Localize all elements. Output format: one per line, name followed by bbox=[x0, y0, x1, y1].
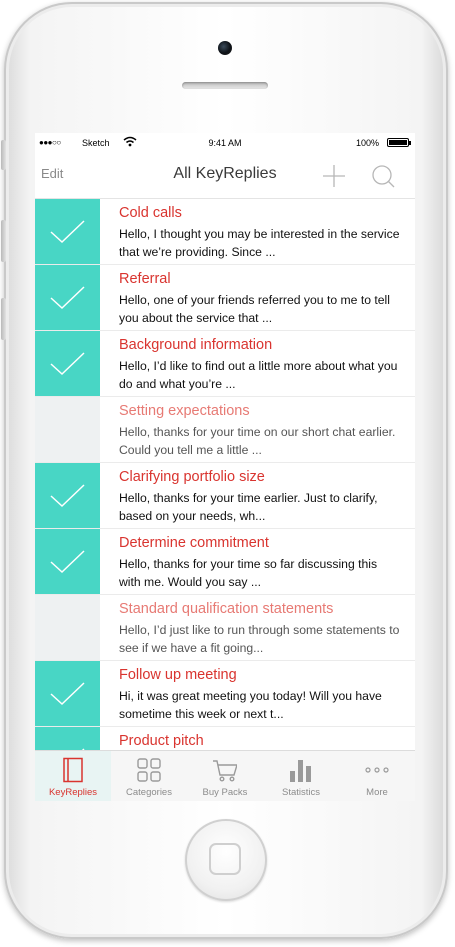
tab-bar: KeyReplies Categories Buy Packs Statistics M… bbox=[35, 750, 415, 801]
list-item[interactable]: Setting expectations Hello, thanks for yo… bbox=[35, 397, 415, 463]
bar-chart-icon bbox=[289, 757, 313, 783]
tab-label: More bbox=[366, 787, 388, 798]
list-item[interactable]: Cold calls Hello, I thought you may be in… bbox=[35, 199, 415, 265]
add-icon[interactable] bbox=[322, 164, 346, 188]
item-title: Referral bbox=[119, 271, 171, 287]
checkbox[interactable] bbox=[35, 199, 100, 264]
item-title: Follow up meeting bbox=[119, 667, 237, 683]
keyreplies-list: Cold calls Hello, I thought you may be in… bbox=[35, 199, 415, 793]
tab-label: KeyReplies bbox=[48, 787, 98, 798]
more-dots-icon bbox=[365, 757, 389, 783]
tab-keyreplies[interactable]: KeyReplies bbox=[35, 751, 111, 801]
checkbox[interactable] bbox=[35, 529, 100, 594]
front-camera bbox=[218, 41, 232, 55]
item-preview: Hello, I’d just like to run through some… bbox=[119, 623, 400, 655]
item-preview: Hello, thanks for your time earlier. Jus… bbox=[119, 491, 378, 523]
item-preview: Hello, one of your friends referred you … bbox=[119, 293, 390, 325]
item-preview: Hello, I thought you may be interested i… bbox=[119, 227, 400, 259]
list-item[interactable]: Clarifying portfolio size Hello, thanks f… bbox=[35, 463, 415, 529]
navigation-bar: Edit All KeyReplies bbox=[35, 153, 415, 199]
tab-label: Buy Packs bbox=[202, 787, 248, 798]
item-title: Product pitch bbox=[119, 733, 204, 749]
grid-icon bbox=[137, 757, 161, 783]
search-icon[interactable] bbox=[370, 163, 396, 189]
mute-switch bbox=[1, 140, 6, 170]
status-bar: ●●●○○ Sketch 9:41 AM 100% bbox=[35, 133, 415, 153]
earpiece-speaker bbox=[182, 82, 268, 89]
tab-categories[interactable]: Categories bbox=[111, 751, 187, 801]
list-item[interactable]: Referral Hello, one of your friends refer… bbox=[35, 265, 415, 331]
item-title: Determine commitment bbox=[119, 535, 269, 551]
item-title: Background information bbox=[119, 337, 273, 353]
tab-statistics[interactable]: Statistics bbox=[263, 751, 339, 801]
battery-icon bbox=[387, 138, 411, 147]
item-title: Standard qualification statements bbox=[119, 601, 334, 617]
checkbox[interactable] bbox=[35, 595, 100, 660]
item-preview: Hello, thanks for your time on our short… bbox=[119, 425, 396, 457]
item-preview: Hello, thanks for your time so far discu… bbox=[119, 557, 378, 589]
tab-label: Categories bbox=[126, 787, 172, 798]
tab-label: Statistics bbox=[281, 787, 320, 798]
screen: ●●●○○ Sketch 9:41 AM 100% Edit All KeyRe… bbox=[35, 133, 415, 801]
tab-more[interactable]: More bbox=[339, 751, 415, 801]
volume-up-button bbox=[1, 220, 6, 262]
checkbox[interactable] bbox=[35, 265, 100, 330]
item-preview: Hello, I’d like to find out a little mor… bbox=[119, 359, 398, 391]
checkbox[interactable] bbox=[35, 331, 100, 396]
list-item[interactable]: Background information Hello, I’d like to… bbox=[35, 331, 415, 397]
tab-buy-packs[interactable]: Buy Packs bbox=[187, 751, 263, 801]
checkbox[interactable] bbox=[35, 397, 100, 462]
item-title: Clarifying portfolio size bbox=[119, 469, 265, 485]
list-item[interactable]: Follow up meeting Hi, it was great meetin… bbox=[35, 661, 415, 727]
item-title: Setting expectations bbox=[119, 403, 250, 419]
page-title: All KeyReplies bbox=[173, 165, 277, 182]
list-item[interactable]: Determine commitment Hello, thanks for yo… bbox=[35, 529, 415, 595]
volume-down-button bbox=[1, 298, 6, 340]
checkbox[interactable] bbox=[35, 463, 100, 528]
list-item[interactable]: Standard qualification statements Hello, … bbox=[35, 595, 415, 661]
battery-percent: 100% bbox=[355, 138, 379, 148]
checkbox[interactable] bbox=[35, 661, 100, 726]
item-preview: Hi, it was great meeting you today! Will… bbox=[119, 689, 382, 721]
item-title: Cold calls bbox=[119, 205, 182, 221]
cart-icon bbox=[213, 757, 238, 783]
home-button-square-icon bbox=[209, 843, 241, 875]
book-icon bbox=[61, 757, 85, 783]
